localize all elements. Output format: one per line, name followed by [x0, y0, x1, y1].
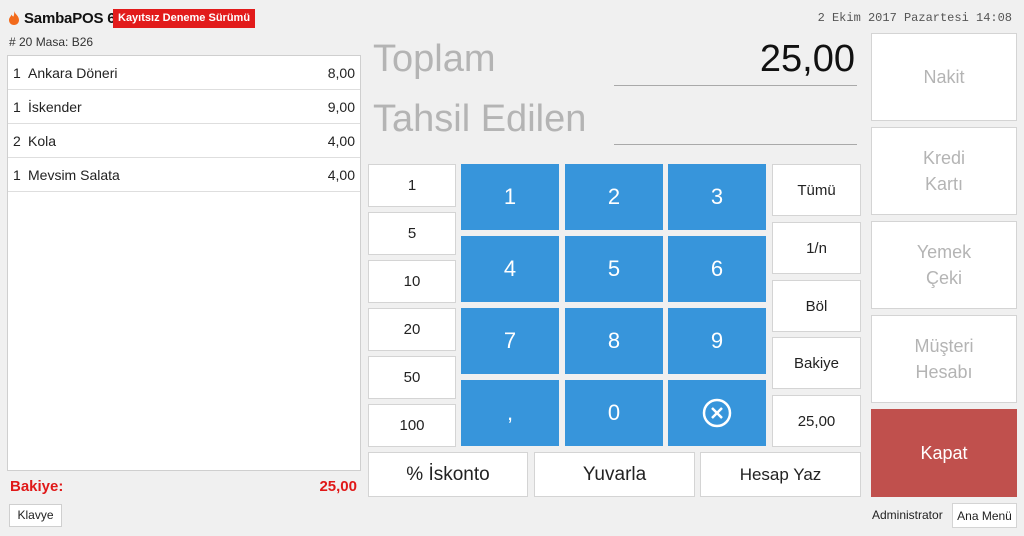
amount-button-20[interactable]: 20 [368, 308, 456, 351]
amount-button-1[interactable]: 1 [368, 164, 456, 207]
user-label: Administrator [872, 508, 943, 522]
keypad-key-6[interactable]: 6 [668, 236, 766, 302]
balance-label: Bakiye: [10, 478, 64, 495]
collected-label: Tahsil Edilen [373, 98, 587, 140]
meal-voucher-button[interactable]: Yemek Çeki [871, 221, 1017, 309]
brand-name: SambaPOS 6 [24, 9, 116, 27]
order-row[interactable]: 1 Mevsim Salata 4,00 [8, 158, 360, 192]
order-list: 1 Ankara Döneri 8,00 1 İskender 9,00 2 K… [7, 55, 361, 471]
order-qty: 1 [13, 166, 21, 183]
keypad-key-0[interactable]: 0 [565, 380, 663, 446]
amount-button-100[interactable]: 100 [368, 404, 456, 447]
print-bill-button[interactable]: Hesap Yaz [700, 452, 861, 497]
discount-button[interactable]: % İskonto [368, 452, 528, 497]
keypad-key-4[interactable]: 4 [461, 236, 559, 302]
keypad-key-3[interactable]: 3 [668, 164, 766, 230]
order-name: İskender [28, 98, 82, 115]
keypad-key-comma[interactable]: , [461, 380, 559, 446]
customer-account-button[interactable]: Müşteri Hesabı [871, 315, 1017, 403]
cash-button[interactable]: Nakit [871, 33, 1017, 121]
flame-icon [9, 11, 19, 25]
keypad-key-8[interactable]: 8 [565, 308, 663, 374]
keypad-key-5[interactable]: 5 [565, 236, 663, 302]
order-qty: 1 [13, 98, 21, 115]
order-qty: 1 [13, 64, 21, 81]
order-row[interactable]: 2 Kola 4,00 [8, 124, 360, 158]
datetime-label: 2 Ekim 2017 Pazartesi 14:08 [817, 11, 1012, 25]
order-price: 4,00 [327, 132, 355, 149]
ticket-info: # 20 Masa: B26 [9, 35, 94, 49]
round-button[interactable]: Yuvarla [534, 452, 695, 497]
amount-button-5[interactable]: 5 [368, 212, 456, 255]
amount-shortcut-button[interactable]: 25,00 [772, 395, 861, 447]
total-underline [614, 85, 857, 86]
order-price: 9,00 [327, 98, 355, 115]
balance-button[interactable]: Bakiye [772, 337, 861, 389]
keypad-key-2[interactable]: 2 [565, 164, 663, 230]
total-label: Toplam [373, 38, 496, 80]
keypad-clear-button[interactable] [668, 380, 766, 446]
credit-card-button[interactable]: Kredi Kartı [871, 127, 1017, 215]
balance-value: 25,00 [319, 478, 357, 495]
keyboard-button[interactable]: Klavye [9, 504, 62, 527]
order-row[interactable]: 1 Ankara Döneri 8,00 [8, 56, 360, 90]
circle-x-icon [702, 398, 732, 428]
order-qty: 2 [13, 132, 21, 149]
split-n-button[interactable]: 1/n [772, 222, 861, 274]
collected-input[interactable] [614, 144, 857, 145]
amount-button-50[interactable]: 50 [368, 356, 456, 399]
keypad-key-9[interactable]: 9 [668, 308, 766, 374]
order-row[interactable]: 1 İskender 9,00 [8, 90, 360, 124]
close-ticket-button[interactable]: Kapat [871, 409, 1017, 497]
keypad-key-1[interactable]: 1 [461, 164, 559, 230]
amount-button-10[interactable]: 10 [368, 260, 456, 303]
order-name: Ankara Döneri [28, 64, 118, 81]
total-value: 25,00 [759, 38, 855, 80]
trial-badge: Kayıtsız Deneme Sürümü [113, 9, 256, 28]
main-menu-button[interactable]: Ana Menü [952, 503, 1017, 528]
order-price: 4,00 [327, 166, 355, 183]
divide-button[interactable]: Böl [772, 280, 861, 332]
all-button[interactable]: Tümü [772, 164, 861, 216]
keypad-key-7[interactable]: 7 [461, 308, 559, 374]
app-logo: SambaPOS 6 [8, 9, 116, 27]
order-name: Kola [28, 132, 57, 149]
order-name: Mevsim Salata [28, 166, 120, 183]
order-price: 8,00 [327, 64, 355, 81]
